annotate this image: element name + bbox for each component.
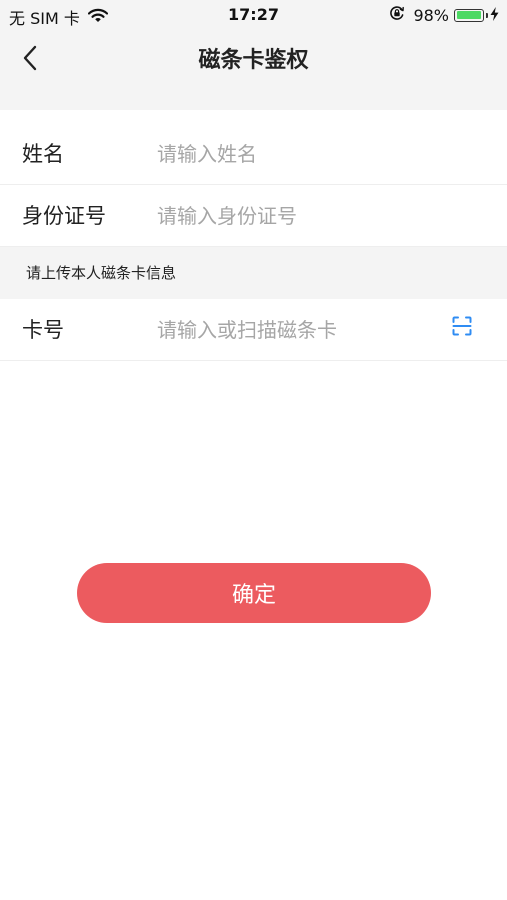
section-title: 请上传本人磁条卡信息: [26, 264, 177, 282]
card-number-input[interactable]: [157, 299, 427, 361]
card-number-label: 卡号: [22, 318, 64, 342]
id-number-row: 身份证号: [0, 185, 507, 247]
battery-level: [456, 11, 481, 19]
status-bar: 无 SIM 卡 17:27 98%: [0, 0, 507, 30]
scan-icon: [452, 316, 472, 340]
status-right: 98%: [389, 5, 499, 25]
scan-button[interactable]: [449, 315, 475, 341]
section-header: 请上传本人磁条卡信息: [0, 247, 507, 299]
name-row: 姓名: [0, 123, 507, 185]
orientation-lock-icon: [389, 5, 405, 25]
page-title: 磁条卡鉴权: [198, 48, 309, 73]
id-number-label: 身份证号: [22, 204, 106, 228]
battery-tip: [485, 12, 488, 18]
name-label: 姓名: [22, 142, 64, 166]
charging-bolt-icon: [490, 6, 499, 25]
battery-icon: [454, 8, 488, 22]
name-input[interactable]: [157, 123, 427, 185]
card-number-row: 卡号: [0, 299, 507, 361]
confirm-button[interactable]: 确定: [77, 563, 431, 623]
battery-percent: 98%: [413, 5, 449, 25]
navigation-bar: 磁条卡鉴权: [0, 30, 507, 110]
id-number-input[interactable]: [157, 185, 427, 247]
